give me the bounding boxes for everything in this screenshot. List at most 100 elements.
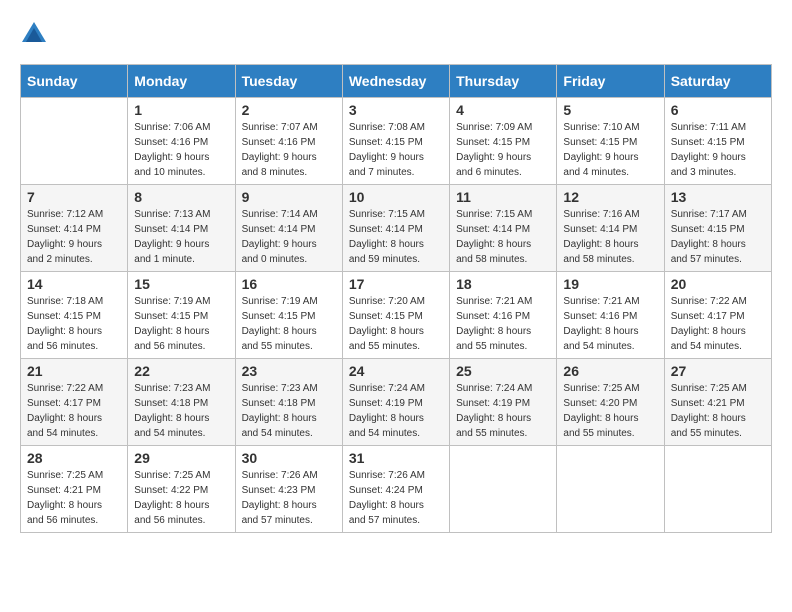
calendar-cell: 12 Sunrise: 7:16 AMSunset: 4:14 PMDayligh… [557,185,664,272]
day-number: 1 [134,102,228,118]
calendar-cell: 21 Sunrise: 7:22 AMSunset: 4:17 PMDayligh… [21,359,128,446]
calendar-cell: 23Sunrise: 7:23 AMSunset: 4:18 PMDayligh… [235,359,342,446]
calendar-cell: 19 Sunrise: 7:21 AMSunset: 4:16 PMDayligh… [557,272,664,359]
calendar-cell: 27 Sunrise: 7:25 AMSunset: 4:21 PMDayligh… [664,359,771,446]
calendar-cell: 26 Sunrise: 7:25 AMSunset: 4:20 PMDayligh… [557,359,664,446]
day-info: Sunrise: 7:25 AMSunset: 4:21 PMDaylight:… [27,468,121,528]
calendar-cell: 14Sunrise: 7:18 AMSunset: 4:15 PMDayligh… [21,272,128,359]
day-info: Sunrise: 7:22 AMSunset: 4:17 PMDaylight:… [27,381,121,441]
calendar-cell: 17 Sunrise: 7:20 AMSunset: 4:15 PMDayligh… [342,272,449,359]
day-info: Sunrise: 7:26 AMSunset: 4:23 PMDaylight:… [242,468,336,528]
day-number: 27 [671,363,765,379]
calendar-cell: 6 Sunrise: 7:11 AMSunset: 4:15 PMDaylight… [664,98,771,185]
calendar-cell: 10 Sunrise: 7:15 AMSunset: 4:14 PMDayligh… [342,185,449,272]
day-info: Sunrise: 7:07 AMSunset: 4:16 PMDaylight:… [242,120,336,180]
day-info: Sunrise: 7:23 AMSunset: 4:18 PMDaylight:… [134,381,228,441]
day-number: 11 [456,189,550,205]
calendar-cell: 2 Sunrise: 7:07 AMSunset: 4:16 PMDaylight… [235,98,342,185]
calendar-cell: 28 Sunrise: 7:25 AMSunset: 4:21 PMDayligh… [21,446,128,533]
calendar-cell [450,446,557,533]
day-number: 15 [134,276,228,292]
page-header [20,20,772,48]
day-info: Sunrise: 7:15 AMSunset: 4:14 PMDaylight:… [349,207,443,267]
column-header-saturday: Saturday [664,65,771,98]
day-info: Sunrise: 7:26 AMSunset: 4:24 PMDaylight:… [349,468,443,528]
calendar-cell: 13 Sunrise: 7:17 AMSunset: 4:15 PMDayligh… [664,185,771,272]
calendar-cell: 4 Sunrise: 7:09 AMSunset: 4:15 PMDaylight… [450,98,557,185]
day-number: 21 [27,363,121,379]
day-number: 5 [563,102,657,118]
day-number: 31 [349,450,443,466]
day-number: 20 [671,276,765,292]
column-header-thursday: Thursday [450,65,557,98]
day-number: 29 [134,450,228,466]
day-number: 25 [456,363,550,379]
calendar-cell: 15Sunrise: 7:19 AMSunset: 4:15 PMDayligh… [128,272,235,359]
day-info: Sunrise: 7:25 AMSunset: 4:21 PMDaylight:… [671,381,765,441]
calendar-cell: 3 Sunrise: 7:08 AMSunset: 4:15 PMDaylight… [342,98,449,185]
calendar-header-row: SundayMondayTuesdayWednesdayThursdayFrid… [21,65,772,98]
calendar-week-row: 21 Sunrise: 7:22 AMSunset: 4:17 PMDayligh… [21,359,772,446]
calendar-cell [557,446,664,533]
day-info: Sunrise: 7:20 AMSunset: 4:15 PMDaylight:… [349,294,443,354]
logo [20,20,52,48]
day-info: Sunrise: 7:22 AMSunset: 4:17 PMDaylight:… [671,294,765,354]
day-info: Sunrise: 7:12 AMSunset: 4:14 PMDaylight:… [27,207,121,267]
day-info: Sunrise: 7:15 AMSunset: 4:14 PMDaylight:… [456,207,550,267]
day-number: 19 [563,276,657,292]
calendar-cell: 31 Sunrise: 7:26 AMSunset: 4:24 PMDayligh… [342,446,449,533]
day-info: Sunrise: 7:08 AMSunset: 4:15 PMDaylight:… [349,120,443,180]
day-number: 24 [349,363,443,379]
calendar-cell: 11 Sunrise: 7:15 AMSunset: 4:14 PMDayligh… [450,185,557,272]
calendar-cell: 22 Sunrise: 7:23 AMSunset: 4:18 PMDayligh… [128,359,235,446]
calendar-table: SundayMondayTuesdayWednesdayThursdayFrid… [20,64,772,533]
day-info: Sunrise: 7:09 AMSunset: 4:15 PMDaylight:… [456,120,550,180]
calendar-cell: 16Sunrise: 7:19 AMSunset: 4:15 PMDayligh… [235,272,342,359]
calendar-cell: 8Sunrise: 7:13 AMSunset: 4:14 PMDaylight… [128,185,235,272]
column-header-monday: Monday [128,65,235,98]
day-number: 3 [349,102,443,118]
calendar-cell: 5 Sunrise: 7:10 AMSunset: 4:15 PMDaylight… [557,98,664,185]
calendar-cell: 30 Sunrise: 7:26 AMSunset: 4:23 PMDayligh… [235,446,342,533]
day-number: 10 [349,189,443,205]
column-header-sunday: Sunday [21,65,128,98]
calendar-week-row: 14Sunrise: 7:18 AMSunset: 4:15 PMDayligh… [21,272,772,359]
calendar-cell: 20 Sunrise: 7:22 AMSunset: 4:17 PMDayligh… [664,272,771,359]
calendar-cell: 29Sunrise: 7:25 AMSunset: 4:22 PMDayligh… [128,446,235,533]
column-header-tuesday: Tuesday [235,65,342,98]
calendar-week-row: 1Sunrise: 7:06 AMSunset: 4:16 PMDaylight… [21,98,772,185]
day-info: Sunrise: 7:24 AMSunset: 4:19 PMDaylight:… [349,381,443,441]
day-number: 28 [27,450,121,466]
calendar-cell: 24 Sunrise: 7:24 AMSunset: 4:19 PMDayligh… [342,359,449,446]
day-info: Sunrise: 7:17 AMSunset: 4:15 PMDaylight:… [671,207,765,267]
day-number: 30 [242,450,336,466]
day-info: Sunrise: 7:19 AMSunset: 4:15 PMDaylight:… [242,294,336,354]
day-number: 18 [456,276,550,292]
day-number: 17 [349,276,443,292]
calendar-cell: 18 Sunrise: 7:21 AMSunset: 4:16 PMDayligh… [450,272,557,359]
day-number: 23 [242,363,336,379]
day-info: Sunrise: 7:25 AMSunset: 4:20 PMDaylight:… [563,381,657,441]
calendar-cell [21,98,128,185]
day-info: Sunrise: 7:18 AMSunset: 4:15 PMDaylight:… [27,294,121,354]
logo-icon [20,20,48,48]
day-info: Sunrise: 7:21 AMSunset: 4:16 PMDaylight:… [563,294,657,354]
calendar-cell: 7 Sunrise: 7:12 AMSunset: 4:14 PMDaylight… [21,185,128,272]
column-header-friday: Friday [557,65,664,98]
day-info: Sunrise: 7:13 AMSunset: 4:14 PMDaylight:… [134,207,228,267]
day-info: Sunrise: 7:21 AMSunset: 4:16 PMDaylight:… [456,294,550,354]
day-number: 13 [671,189,765,205]
day-number: 7 [27,189,121,205]
day-info: Sunrise: 7:24 AMSunset: 4:19 PMDaylight:… [456,381,550,441]
calendar-cell [664,446,771,533]
day-info: Sunrise: 7:14 AMSunset: 4:14 PMDaylight:… [242,207,336,267]
day-number: 12 [563,189,657,205]
day-info: Sunrise: 7:16 AMSunset: 4:14 PMDaylight:… [563,207,657,267]
day-number: 6 [671,102,765,118]
day-info: Sunrise: 7:11 AMSunset: 4:15 PMDaylight:… [671,120,765,180]
day-number: 4 [456,102,550,118]
day-number: 22 [134,363,228,379]
day-number: 26 [563,363,657,379]
day-number: 2 [242,102,336,118]
day-info: Sunrise: 7:10 AMSunset: 4:15 PMDaylight:… [563,120,657,180]
